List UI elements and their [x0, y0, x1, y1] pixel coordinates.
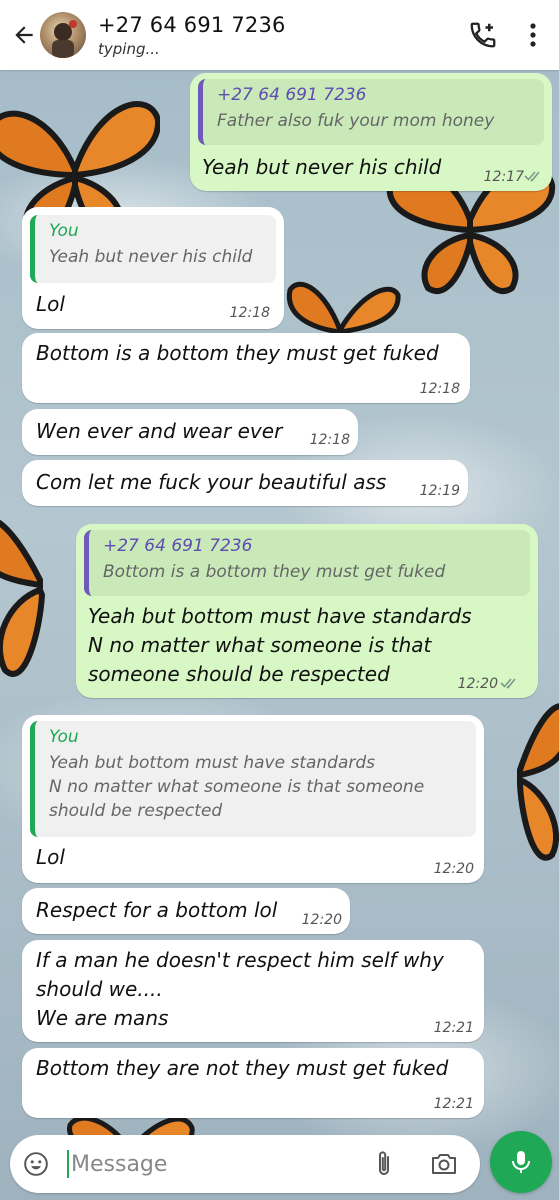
message-input[interactable] — [71, 1151, 361, 1177]
time-label: 12:20 — [457, 676, 498, 692]
message-bubble-incoming[interactable]: Bottom they are not they must get fuked … — [22, 1048, 484, 1118]
attach-icon — [379, 1151, 389, 1175]
voice-message-button[interactable] — [490, 1131, 552, 1193]
emoji-button[interactable] — [21, 1149, 51, 1179]
more-vertical-icon — [530, 23, 536, 47]
message-bubble-incoming[interactable]: If a man he doesn't respect him self why… — [22, 940, 484, 1042]
quote-author: +27 64 691 7236 — [217, 85, 367, 105]
avatar-image — [52, 20, 77, 58]
message-bubble-outgoing[interactable]: +27 64 691 7236 Bottom is a bottom they … — [76, 524, 538, 698]
message-time: 12:18 — [419, 381, 460, 397]
quoted-message[interactable]: You Yeah but bottom must have standards … — [30, 721, 476, 837]
message-time: 12:20 — [301, 912, 342, 928]
message-time: 12:20 — [433, 861, 474, 877]
message-text: Yeah but never his child — [202, 155, 442, 179]
message-text: If a man he doesn't respect him self why… — [36, 948, 444, 1030]
quote-author: You — [49, 727, 79, 747]
quote-text: Bottom is a bottom they must get fuked — [103, 562, 446, 582]
message-bubble-incoming[interactable]: Bottom is a bottom they must get fuked 1… — [22, 333, 470, 403]
message-time: 12:17 — [484, 169, 524, 185]
back-button[interactable] — [4, 15, 44, 55]
quote-text: Father also fuk your mom honey — [217, 111, 495, 131]
camera-icon — [432, 1154, 456, 1174]
message-time: 12:20 — [458, 676, 498, 692]
message-bubble-incoming[interactable]: You Yeah but bottom must have standards … — [22, 715, 484, 883]
message-bubble-incoming[interactable]: You Yeah but never his child Lol 12:18 — [22, 207, 284, 329]
message-time: 12:21 — [433, 1096, 474, 1112]
emoji-icon — [24, 1152, 48, 1176]
message-text: Com let me fuck your beautiful ass — [36, 470, 387, 494]
read-receipt-icon — [524, 171, 540, 182]
chat-header: +27 64 691 7236 typing... — [0, 0, 559, 70]
mic-icon — [512, 1151, 530, 1173]
message-time: 12:19 — [419, 483, 460, 499]
typing-status: typing... — [98, 39, 160, 58]
message-text: Respect for a bottom lol — [36, 898, 278, 922]
add-call-button[interactable] — [463, 15, 503, 55]
message-time: 12:21 — [433, 1020, 474, 1036]
header-actions — [463, 15, 545, 55]
time-label: 12:17 — [483, 169, 524, 185]
contact-info[interactable]: +27 64 691 7236 typing... — [98, 13, 286, 58]
message-text: Bottom they are not they must get fuked — [36, 1056, 449, 1080]
message-time: 12:18 — [309, 432, 350, 448]
message-bubble-incoming[interactable]: Com let me fuck your beautiful ass 12:19 — [22, 460, 468, 506]
back-arrow-icon — [15, 26, 33, 44]
avatar[interactable] — [40, 12, 86, 58]
message-text: Lol — [36, 292, 65, 316]
message-composer — [10, 1135, 480, 1193]
add-call-icon — [470, 22, 496, 48]
quote-author: You — [49, 221, 79, 241]
message-text: Bottom is a bottom they must get fuked — [36, 341, 439, 365]
attach-button[interactable] — [369, 1149, 399, 1179]
text-cursor — [67, 1150, 69, 1178]
quoted-message[interactable]: You Yeah but never his child — [30, 215, 276, 283]
message-bubble-incoming[interactable]: Wen ever and wear ever 12:18 — [22, 409, 358, 455]
camera-button[interactable] — [427, 1149, 461, 1179]
message-text: Lol — [36, 845, 65, 869]
quoted-message[interactable]: +27 64 691 7236 Bottom is a bottom they … — [84, 530, 530, 596]
message-bubble-incoming[interactable]: Respect for a bottom lol 12:20 — [22, 888, 350, 934]
message-bubble-outgoing[interactable]: +27 64 691 7236 Father also fuk your mom… — [190, 73, 552, 191]
more-options-button[interactable] — [521, 15, 545, 55]
quote-text: Yeah but never his child — [49, 247, 253, 267]
message-text: Wen ever and wear ever — [36, 419, 283, 443]
message-time: 12:18 — [229, 305, 270, 321]
contact-name: +27 64 691 7236 — [98, 12, 286, 37]
quoted-message[interactable]: +27 64 691 7236 Father also fuk your mom… — [198, 79, 544, 145]
read-receipt-icon — [500, 678, 516, 689]
message-text: Yeah but bottom must have standards N no… — [88, 604, 472, 686]
quote-text: Yeah but bottom must have standards N no… — [49, 753, 425, 821]
quote-author: +27 64 691 7236 — [103, 536, 253, 556]
